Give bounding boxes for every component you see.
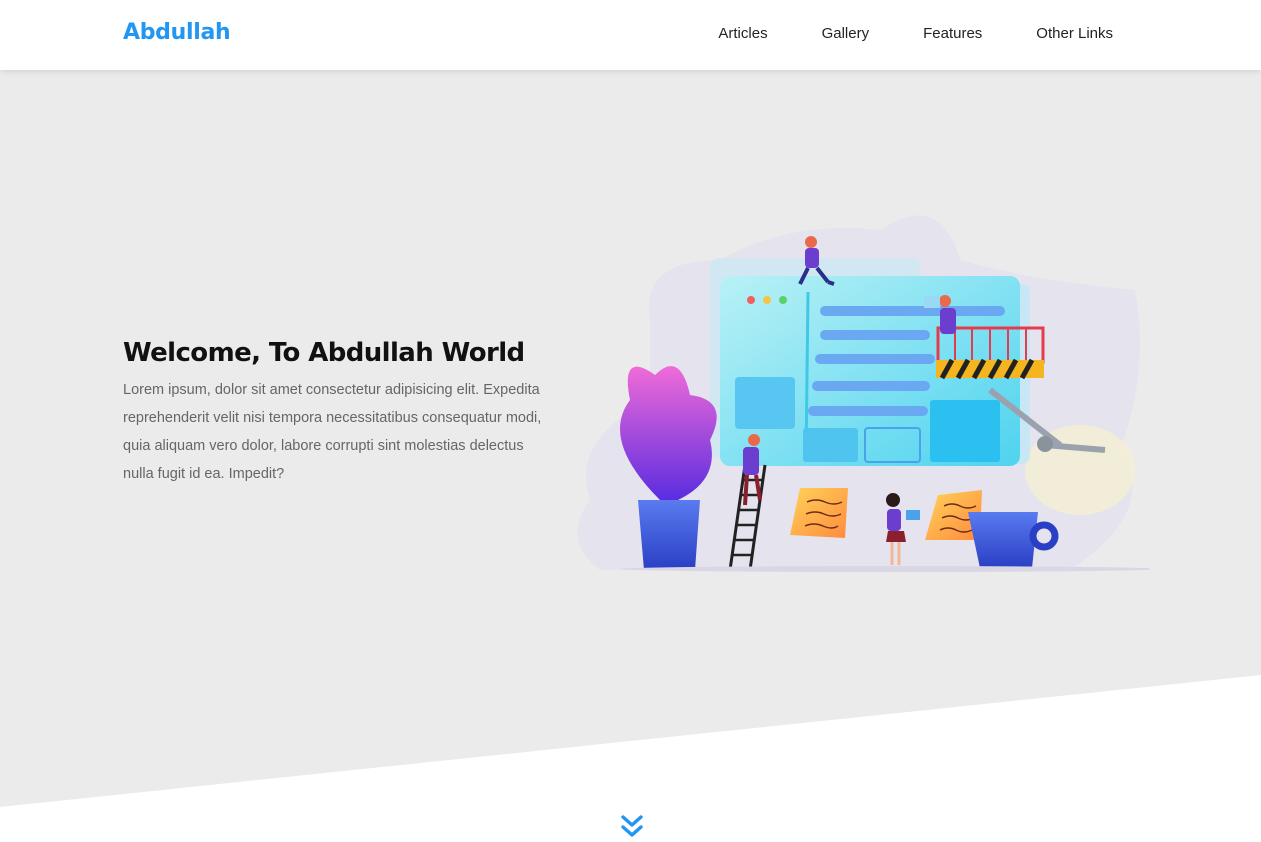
site-header: Abdullah Articles Gallery Features Other… [0, 0, 1261, 70]
web-development-illustration [577, 215, 1150, 572]
main-nav: Articles Gallery Features Other Links [664, 25, 1113, 42]
nav-link-articles[interactable]: Articles [718, 25, 767, 42]
landing-intro: Welcome, To Abdullah World Lorem ipsum, … [123, 338, 543, 488]
logo[interactable]: Abdullah [123, 20, 231, 45]
landing-description: Lorem ipsum, dolor sit amet consectetur … [123, 382, 542, 482]
angles-down-icon[interactable] [619, 814, 645, 840]
nav-link-other-links[interactable]: Other Links [1036, 25, 1113, 42]
nav-link-features[interactable]: Features [923, 25, 982, 42]
nav-link-gallery[interactable]: Gallery [822, 25, 870, 42]
landing-title: Welcome, To Abdullah World [123, 338, 525, 368]
